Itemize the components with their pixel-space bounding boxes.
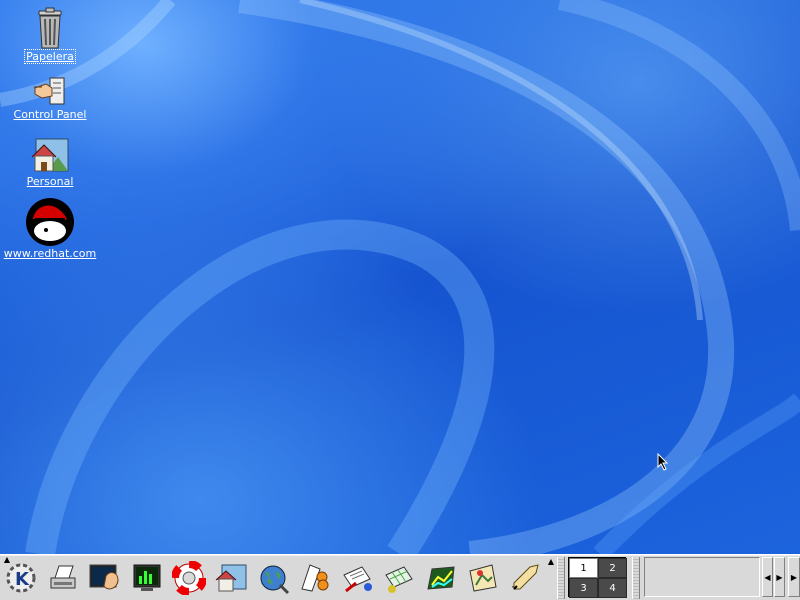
launcher-system-monitor[interactable] [128,559,166,597]
launcher-kde-menu[interactable]: K [2,559,40,597]
chart-icon [427,566,455,590]
control-panel-icon [34,77,65,105]
desktop-icon-redhat[interactable]: www.redhat.com [0,197,100,260]
desktop-background[interactable]: Papelera Control Panel Personal www.redh… [0,0,800,554]
mail-icon [301,564,329,592]
launcher-image[interactable] [464,559,502,597]
home-icon [215,564,247,592]
wallpaper-swirls [0,0,800,554]
launcher-home[interactable] [212,559,250,597]
kde-menu-icon: K [6,563,36,593]
help-lifesaver-icon [172,561,206,595]
svg-text:K: K [15,569,30,590]
taskbar-scroll-right-icon[interactable]: ▶ [774,557,785,597]
desktop-pager: 1 2 3 4 [568,557,627,598]
panel-hide-right-arrow-icon[interactable]: ▶ [788,557,800,597]
document-icon [343,566,372,593]
applet-handle-pager[interactable] [557,557,565,599]
desktop-icon-personal[interactable]: Personal [0,133,100,188]
desktop-icon-trash[interactable]: Papelera [0,6,100,64]
launcher-printer[interactable] [44,559,82,597]
pager-desktop-4[interactable]: 4 [598,578,627,598]
launcher-web-browser[interactable] [254,559,292,597]
pen-icon [511,564,539,590]
image-icon [469,564,497,592]
launcher-spreadsheet[interactable] [380,559,418,597]
desktop-icon-control-panel[interactable]: Control Panel [0,74,100,121]
launcher-mail[interactable] [296,559,334,597]
trash-icon [38,7,62,49]
pager-desktop-1[interactable]: 1 [569,558,598,578]
terminal-icon [89,564,119,590]
desktop-icon-label: Control Panel [13,108,87,121]
pager-desktop-2[interactable]: 2 [598,558,627,578]
desktop-icon-label: www.redhat.com [3,247,97,260]
web-browser-icon [260,565,290,595]
mouse-pointer-icon [657,453,669,471]
launcher-document[interactable] [338,559,376,597]
redhat-icon [26,198,74,246]
pager-desktop-3[interactable]: 3 [569,578,598,598]
desktop-icon-label: Personal [26,175,74,188]
spreadsheet-icon [385,566,413,593]
applet-handle-taskbar[interactable] [632,557,640,599]
taskbar-area[interactable] [644,557,760,597]
home-folder-icon [31,138,69,172]
desktop-icon-label: Papelera [24,49,76,64]
printer-icon [50,565,76,589]
launcher-terminal[interactable] [86,559,124,597]
launcher-help[interactable] [170,559,208,597]
launcher-pen[interactable] [506,559,544,597]
launcher-chart[interactable] [422,559,460,597]
taskbar-scroll-left-icon[interactable]: ◀ [762,557,773,597]
system-monitor-icon [133,564,161,591]
panel-applet-arrow-icon[interactable]: ▲ [546,557,556,567]
